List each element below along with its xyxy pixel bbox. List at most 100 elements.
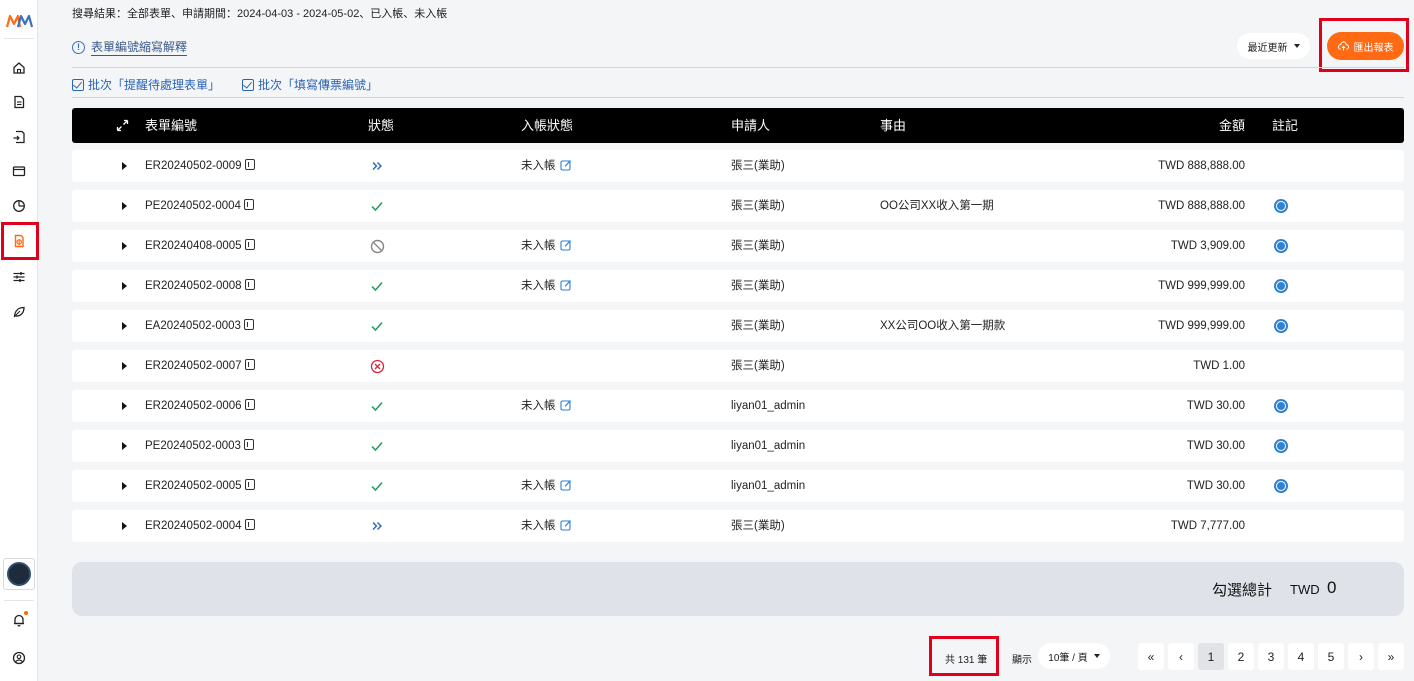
table-row[interactable]: EA20240502-0003 張三(業助) XX公司OO收入第一期款 TWD 999… <box>72 310 1404 342</box>
copy-icon[interactable] <box>244 359 255 370</box>
table-row[interactable]: PE20240502-0004 張三(業助) OO公司XX收入第一期 TWD 888,… <box>72 190 1404 222</box>
explain-link[interactable]: ! 表單編號縮寫解釋 <box>72 38 188 56</box>
col-amount[interactable]: 金額 <box>1219 108 1245 143</box>
col-note[interactable]: 註記 <box>1272 108 1298 143</box>
page-button-3[interactable]: 3 <box>1258 643 1284 670</box>
form-number-cell[interactable]: EA20240502-0003 <box>145 310 254 342</box>
col-status[interactable]: 狀態 <box>368 108 394 143</box>
reason-cell: XX公司OO收入第一期款 <box>880 320 1006 332</box>
pie-chart-icon[interactable] <box>9 196 29 216</box>
edit-icon[interactable] <box>559 399 572 411</box>
batch-remind-link[interactable]: 批次「提醒待處理表單」 <box>72 76 220 93</box>
expand-row-icon[interactable] <box>122 402 127 410</box>
table-row[interactable]: ER20240408-0005 未入帳 張三(業助) TWD 3,909.00 <box>72 230 1404 262</box>
page-button-4[interactable]: 4 <box>1288 643 1314 670</box>
expand-all-icon[interactable] <box>116 119 129 132</box>
form-number-cell[interactable]: ER20240502-0005 <box>145 470 255 502</box>
expand-row-icon[interactable] <box>122 282 127 290</box>
cloud-upload-icon <box>1337 40 1349 51</box>
copy-icon[interactable] <box>243 199 254 210</box>
check-icon <box>369 398 385 414</box>
form-number-cell[interactable]: PE20240502-0004 <box>145 190 254 222</box>
copy-icon[interactable] <box>244 279 255 290</box>
note-icon[interactable] <box>1274 319 1288 333</box>
note-icon[interactable] <box>1274 479 1288 493</box>
page-button-2[interactable]: 2 <box>1228 643 1254 670</box>
edit-icon[interactable] <box>559 159 572 171</box>
settings-sliders-icon[interactable] <box>9 267 29 287</box>
expand-row-icon[interactable] <box>122 242 127 250</box>
form-number-cell[interactable]: ER20240502-0009 <box>145 150 255 182</box>
col-reason[interactable]: 事由 <box>880 108 906 143</box>
table-row[interactable]: ER20240502-0007 張三(業助) TWD 1.00 <box>72 350 1404 382</box>
col-applicant[interactable]: 申請人 <box>731 108 770 143</box>
page-button-5[interactable]: 5 <box>1318 643 1344 670</box>
first-page-button[interactable]: « <box>1138 643 1164 670</box>
copy-icon[interactable] <box>244 479 255 490</box>
note-icon[interactable] <box>1274 239 1288 253</box>
form-number-cell[interactable]: ER20240502-0008 <box>145 270 255 302</box>
sidebar <box>0 0 39 681</box>
table-row[interactable]: ER20240502-0006 未入帳 liyan01_admin TWD 30.00 <box>72 390 1404 422</box>
copy-icon[interactable] <box>244 239 255 250</box>
document-icon[interactable] <box>9 92 29 112</box>
user-icon[interactable] <box>9 648 29 668</box>
sort-dropdown[interactable]: 最近更新 <box>1237 33 1310 59</box>
expand-row-icon[interactable] <box>122 522 127 530</box>
note-icon[interactable] <box>1274 399 1288 413</box>
prev-page-button[interactable]: ‹ <box>1168 643 1194 670</box>
expand-row-icon[interactable] <box>122 362 127 370</box>
table-row[interactable]: ER20240502-0004 未入帳 張三(業助) TWD 7,777.00 <box>72 510 1404 542</box>
page-size-dropdown[interactable]: 10筆 / 頁 <box>1038 643 1110 669</box>
accounting-icon[interactable] <box>9 231 29 251</box>
col-form-no[interactable]: 表單編號 <box>145 108 197 143</box>
bell-icon[interactable] <box>9 610 29 630</box>
page-button-1[interactable]: 1 <box>1198 643 1224 670</box>
last-page-button[interactable]: » <box>1378 643 1404 670</box>
batch-fill-voucher-link[interactable]: 批次「填寫傳票編號」 <box>242 76 378 93</box>
note-icon[interactable] <box>1274 439 1288 453</box>
copy-icon[interactable] <box>244 519 255 530</box>
table-row[interactable]: PE20240502-0003 liyan01_admin TWD 30.00 <box>72 430 1404 462</box>
expand-row-icon[interactable] <box>122 442 127 450</box>
form-number-cell[interactable]: ER20240502-0004 <box>145 510 255 542</box>
org-avatar[interactable] <box>3 558 35 590</box>
note-icon[interactable] <box>1274 199 1288 213</box>
edit-icon[interactable] <box>559 479 572 491</box>
note-icon[interactable] <box>1274 279 1288 293</box>
edit-icon[interactable] <box>559 519 572 531</box>
copy-icon[interactable] <box>244 399 255 410</box>
copy-icon[interactable] <box>243 439 254 450</box>
leaf-icon[interactable] <box>9 302 29 322</box>
expand-row-icon[interactable] <box>122 322 127 330</box>
form-number-cell[interactable]: ER20240502-0006 <box>145 390 255 422</box>
edit-icon[interactable] <box>559 239 572 251</box>
table-row[interactable]: ER20240502-0009 未入帳 張三(業助) TWD 888,888.00 <box>72 150 1404 182</box>
return-document-icon[interactable] <box>9 127 29 147</box>
logo-icon[interactable] <box>5 11 33 31</box>
home-icon[interactable] <box>9 58 29 78</box>
amount-cell: TWD 30.00 <box>1186 440 1245 452</box>
applicant-cell: 張三(業助) <box>731 240 785 252</box>
form-number-cell[interactable]: ER20240408-0005 <box>145 230 255 262</box>
total-label: 勾選總計 <box>1212 582 1273 599</box>
expand-row-icon[interactable] <box>122 202 127 210</box>
check-icon <box>369 198 385 214</box>
next-page-button[interactable]: › <box>1348 643 1374 670</box>
check-icon <box>369 478 385 494</box>
copy-icon[interactable] <box>244 159 255 170</box>
edit-icon[interactable] <box>559 279 572 291</box>
export-report-button[interactable]: 匯出報表 <box>1327 32 1404 60</box>
form-number: ER20240502-0008 <box>145 280 242 292</box>
form-number: PE20240502-0003 <box>145 440 241 452</box>
col-posting-status[interactable]: 入帳狀態 <box>521 108 573 143</box>
table-row[interactable]: ER20240502-0008 未入帳 張三(業助) TWD 999,999.00 <box>72 270 1404 302</box>
wallet-icon[interactable] <box>9 161 29 181</box>
expand-row-icon[interactable] <box>122 162 127 170</box>
expand-row-icon[interactable] <box>122 482 127 490</box>
form-number-cell[interactable]: PE20240502-0003 <box>145 430 254 462</box>
copy-icon[interactable] <box>243 319 254 330</box>
form-number-cell[interactable]: ER20240502-0007 <box>145 350 255 382</box>
check-icon <box>369 438 385 454</box>
table-row[interactable]: ER20240502-0005 未入帳 liyan01_admin TWD 30.00 <box>72 470 1404 502</box>
